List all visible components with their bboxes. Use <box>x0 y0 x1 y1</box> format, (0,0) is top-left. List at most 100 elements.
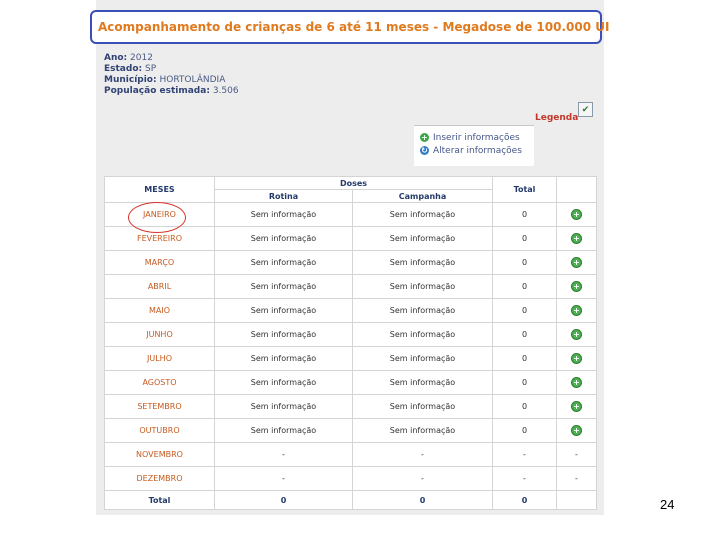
page-title: Acompanhamento de crianças de 6 até 11 m… <box>98 20 610 34</box>
info-population: População estimada: 3.506 <box>104 86 239 96</box>
action-cell: + <box>556 370 597 395</box>
legend-link[interactable]: Legenda <box>535 113 578 123</box>
table-row: DEZEMBRO - - - - <box>104 466 597 491</box>
add-icon[interactable]: + <box>571 401 582 412</box>
action-cell: + <box>556 202 597 227</box>
info-state: Estado: SP <box>104 64 157 74</box>
action-cell: + <box>556 322 597 347</box>
month-link[interactable]: MARÇO <box>104 250 215 275</box>
table-row: FEVEREIRO Sem informação Sem informação 0 + <box>104 226 597 251</box>
table-row: AGOSTO Sem informação Sem informação 0 + <box>104 370 597 395</box>
edit-info-link[interactable]: ↻ Alterar informações <box>414 144 534 157</box>
rotina-cell: Sem informação <box>214 370 353 395</box>
campanha-cell: - <box>352 442 493 467</box>
total-cell: 0 <box>492 274 557 299</box>
campanha-cell: Sem informação <box>352 274 493 299</box>
month-link[interactable]: AGOSTO <box>104 370 215 395</box>
month-link[interactable]: JUNHO <box>104 322 215 347</box>
add-icon[interactable]: + <box>571 425 582 436</box>
action-cell: - <box>556 442 597 467</box>
rotina-cell: Sem informação <box>214 202 353 227</box>
add-icon[interactable]: + <box>571 377 582 388</box>
rotina-cell: - <box>214 466 353 491</box>
campanha-cell: Sem informação <box>352 394 493 419</box>
rotina-cell: Sem informação <box>214 322 353 347</box>
table-row: JULHO Sem informação Sem informação 0 + <box>104 346 597 371</box>
campanha-cell: Sem informação <box>352 322 493 347</box>
add-icon[interactable]: + <box>571 281 582 292</box>
month-link[interactable]: ABRIL <box>104 274 215 299</box>
title-box: Acompanhamento de crianças de 6 até 11 m… <box>90 10 609 44</box>
add-icon[interactable]: + <box>571 209 582 220</box>
table-row: JUNHO Sem informação Sem informação 0 + <box>104 322 597 347</box>
total-cell: 0 <box>492 298 557 323</box>
campanha-cell: Sem informação <box>352 418 493 443</box>
table-row: SETEMBRO Sem informação Sem informação 0 + <box>104 394 597 419</box>
table-row: MAIO Sem informação Sem informação 0 + <box>104 298 597 323</box>
campanha-cell: Sem informação <box>352 346 493 371</box>
action-cell: + <box>556 298 597 323</box>
total-cell: 0 <box>492 346 557 371</box>
action-cell: + <box>556 418 597 443</box>
add-icon[interactable]: + <box>571 329 582 340</box>
campanha-cell: Sem informação <box>352 250 493 275</box>
rotina-cell: Sem informação <box>214 394 353 419</box>
header-total: Total <box>492 176 557 203</box>
info-city: Município: HORTOLÂNDIA <box>104 75 226 85</box>
month-link[interactable]: DEZEMBRO <box>104 466 215 491</box>
add-icon[interactable]: + <box>571 305 582 316</box>
total-rotina: 0 <box>214 490 353 510</box>
campanha-cell: Sem informação <box>352 226 493 251</box>
total-cell: - <box>492 442 557 467</box>
campanha-cell: Sem informação <box>352 370 493 395</box>
actions-box: + Inserir informações ↻ Alterar informaç… <box>414 125 534 166</box>
rotina-cell: Sem informação <box>214 226 353 251</box>
rotina-cell: Sem informação <box>214 346 353 371</box>
rotina-cell: Sem informação <box>214 298 353 323</box>
table-row: MARÇO Sem informação Sem informação 0 + <box>104 250 597 275</box>
total-cell: - <box>492 466 557 491</box>
rotina-cell: Sem informação <box>214 250 353 275</box>
month-link[interactable]: JULHO <box>104 346 215 371</box>
table-row: NOVEMBRO - - - - <box>104 442 597 467</box>
header-campanha: Campanha <box>352 189 493 203</box>
table-body: JANEIRO Sem informação Sem informação 0 + FEV… <box>104 202 597 510</box>
refresh-icon: ↻ <box>420 146 429 155</box>
rotina-cell: - <box>214 442 353 467</box>
plus-icon: + <box>420 133 429 142</box>
table-row: ABRIL Sem informação Sem informação 0 + <box>104 274 597 299</box>
month-link[interactable]: MAIO <box>104 298 215 323</box>
total-total: 0 <box>492 490 557 510</box>
header-rotina: Rotina <box>214 189 353 203</box>
action-cell: - <box>556 466 597 491</box>
add-icon[interactable]: + <box>571 233 582 244</box>
month-link[interactable]: NOVEMBRO <box>104 442 215 467</box>
total-cell: 0 <box>492 250 557 275</box>
add-icon[interactable]: + <box>571 257 582 268</box>
total-campanha: 0 <box>352 490 493 510</box>
header-actions <box>556 176 597 203</box>
add-icon[interactable]: + <box>571 353 582 364</box>
header-months: MESES <box>104 176 215 203</box>
action-cell: + <box>556 274 597 299</box>
total-label: Total <box>104 490 215 510</box>
legend-icon[interactable]: ✔ <box>578 102 593 117</box>
month-link[interactable]: SETEMBRO <box>104 394 215 419</box>
highlight-circle <box>128 202 186 233</box>
action-cell: + <box>556 250 597 275</box>
total-cell: 0 <box>492 418 557 443</box>
header-doses: Doses <box>214 176 493 190</box>
total-cell: 0 <box>492 202 557 227</box>
total-cell: 0 <box>492 322 557 347</box>
page-number: 24 <box>660 497 675 512</box>
total-cell: 0 <box>492 394 557 419</box>
total-action <box>556 490 597 510</box>
rotina-cell: Sem informação <box>214 274 353 299</box>
rotina-cell: Sem informação <box>214 418 353 443</box>
total-cell: 0 <box>492 226 557 251</box>
action-cell: + <box>556 394 597 419</box>
insert-info-link[interactable]: + Inserir informações <box>414 131 534 144</box>
info-year: Ano: 2012 <box>104 53 153 63</box>
action-cell: + <box>556 346 597 371</box>
month-link[interactable]: OUTUBRO <box>104 418 215 443</box>
